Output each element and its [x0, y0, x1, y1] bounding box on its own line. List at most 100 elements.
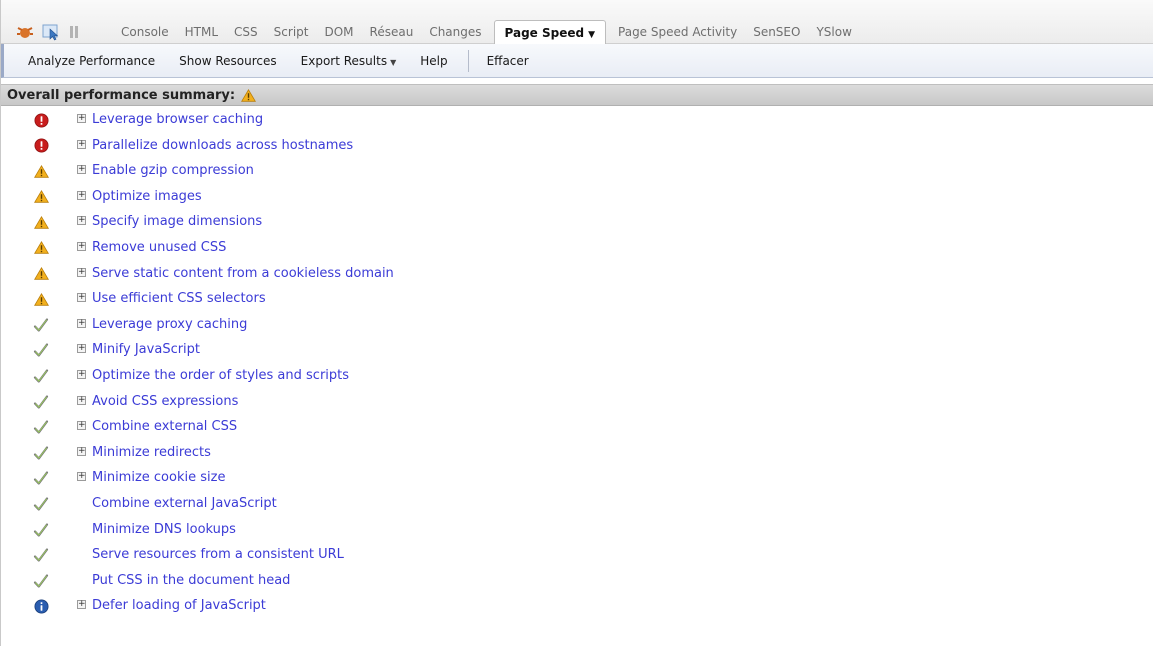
- rule-row[interactable]: + Combine external CSS: [1, 415, 1153, 441]
- rule-row[interactable]: + Defer loading of JavaScript: [1, 594, 1153, 620]
- tab-changes[interactable]: Changes: [421, 20, 489, 41]
- rule-row[interactable]: + Optimize the order of styles and script…: [1, 364, 1153, 390]
- rule-label[interactable]: Put CSS in the document head: [92, 573, 290, 588]
- rule-label[interactable]: Avoid CSS expressions: [92, 394, 238, 409]
- rule-label[interactable]: Specify image dimensions: [92, 214, 262, 229]
- expand-plus-icon[interactable]: +: [77, 421, 86, 431]
- rule-label[interactable]: Remove unused CSS: [92, 240, 226, 255]
- check-icon: [33, 342, 49, 358]
- rule-row[interactable]: + Leverage proxy caching: [1, 313, 1153, 339]
- rule-row[interactable]: + Minify JavaScript: [1, 338, 1153, 364]
- rule-label[interactable]: Optimize images: [92, 189, 202, 204]
- check-icon: [33, 496, 49, 512]
- check-icon: [33, 522, 49, 538]
- expand-plus-icon[interactable]: +: [77, 165, 86, 175]
- toolbar-divider: [467, 49, 469, 72]
- tab-yslow[interactable]: YSlow: [808, 20, 859, 41]
- panel-tabs: Console HTML CSS Script DOM Réseau Chang…: [113, 20, 860, 45]
- warning-icon: [33, 266, 49, 282]
- page-speed-toolbar: Analyze Performance Show Resources Expor…: [1, 44, 1153, 78]
- rule-label[interactable]: Minimize redirects: [92, 445, 211, 460]
- warning-icon: [33, 240, 49, 256]
- expand-plus-icon[interactable]: +: [77, 216, 86, 226]
- expand-plus-icon[interactable]: +: [77, 369, 86, 379]
- rule-row[interactable]: + Use efficient CSS selectors: [1, 287, 1153, 313]
- warning-icon: [33, 291, 49, 307]
- check-icon: [33, 445, 49, 461]
- tab-page-speed-activity[interactable]: Page Speed Activity: [610, 20, 745, 41]
- warning-icon: [33, 189, 49, 205]
- warning-icon: [241, 88, 257, 102]
- tab-html[interactable]: HTML: [177, 20, 226, 41]
- rule-label[interactable]: Leverage proxy caching: [92, 317, 247, 332]
- check-icon: [33, 547, 49, 563]
- rule-row[interactable]: + Leverage browser caching: [1, 108, 1153, 134]
- expand-plus-icon[interactable]: +: [77, 241, 86, 251]
- tab-senseo[interactable]: SenSEO: [745, 20, 808, 41]
- expand-plus-icon[interactable]: +: [77, 472, 86, 482]
- check-icon: [33, 394, 49, 410]
- firebug-panel: Console HTML CSS Script DOM Réseau Chang…: [0, 0, 1153, 646]
- inspect-element-icon[interactable]: [41, 20, 63, 44]
- chevron-down-icon[interactable]: ▼: [588, 30, 595, 40]
- rule-label[interactable]: Leverage browser caching: [92, 112, 263, 127]
- expand-plus-icon[interactable]: +: [77, 600, 86, 610]
- rule-label[interactable]: Serve static content from a cookieless d…: [92, 266, 394, 281]
- error-icon: [33, 138, 49, 154]
- rule-label[interactable]: Enable gzip compression: [92, 163, 254, 178]
- pause-icon[interactable]: [69, 20, 79, 44]
- tab-network[interactable]: Réseau: [362, 20, 422, 41]
- rule-label[interactable]: Defer loading of JavaScript: [92, 598, 266, 613]
- check-icon: [33, 368, 49, 384]
- expand-plus-icon[interactable]: +: [77, 318, 86, 328]
- rule-row[interactable]: + Optimize images: [1, 185, 1153, 211]
- rule-label[interactable]: Parallelize downloads across hostnames: [92, 138, 353, 153]
- rule-row[interactable]: + Avoid CSS expressions: [1, 390, 1153, 416]
- expand-plus-icon[interactable]: +: [77, 293, 86, 303]
- rule-label[interactable]: Use efficient CSS selectors: [92, 291, 266, 306]
- expand-plus-icon[interactable]: +: [77, 190, 86, 200]
- rule-row[interactable]: Minimize DNS lookups: [1, 518, 1153, 544]
- error-icon: [33, 112, 49, 128]
- tab-dom[interactable]: DOM: [316, 20, 361, 41]
- summary-label: Overall performance summary:: [7, 87, 236, 103]
- rule-row[interactable]: Put CSS in the document head: [1, 569, 1153, 595]
- info-icon: [33, 598, 49, 614]
- analyze-performance-button[interactable]: Analyze Performance: [28, 54, 155, 68]
- help-button[interactable]: Help: [420, 54, 447, 68]
- rule-row[interactable]: + Specify image dimensions: [1, 210, 1153, 236]
- rule-row[interactable]: + Minimize cookie size: [1, 466, 1153, 492]
- expand-plus-icon[interactable]: +: [77, 344, 86, 354]
- tab-page-speed[interactable]: Page Speed ▼: [493, 20, 607, 45]
- rule-label[interactable]: Combine external CSS: [92, 419, 237, 434]
- rule-row[interactable]: Combine external JavaScript: [1, 492, 1153, 518]
- rule-row[interactable]: + Enable gzip compression: [1, 159, 1153, 185]
- tab-css[interactable]: CSS: [226, 20, 266, 41]
- rule-label[interactable]: Minimize cookie size: [92, 470, 225, 485]
- rule-label[interactable]: Combine external JavaScript: [92, 496, 277, 511]
- tab-console[interactable]: Console: [113, 20, 177, 41]
- rule-row[interactable]: + Parallelize downloads across hostnames: [1, 134, 1153, 160]
- rule-row[interactable]: Serve resources from a consistent URL: [1, 543, 1153, 569]
- rule-row[interactable]: + Minimize redirects: [1, 441, 1153, 467]
- chevron-down-icon: ▼: [390, 57, 397, 67]
- export-results-button[interactable]: Export Results ▼: [301, 54, 397, 68]
- expand-plus-icon[interactable]: +: [77, 267, 86, 277]
- expand-plus-icon[interactable]: +: [77, 446, 86, 456]
- show-resources-button[interactable]: Show Resources: [179, 54, 276, 68]
- rule-label[interactable]: Minify JavaScript: [92, 342, 200, 357]
- rule-row[interactable]: + Serve static content from a cookieless …: [1, 262, 1153, 288]
- rule-label[interactable]: Minimize DNS lookups: [92, 522, 236, 537]
- rule-label[interactable]: Serve resources from a consistent URL: [92, 547, 344, 562]
- tab-script[interactable]: Script: [266, 20, 317, 41]
- check-icon: [33, 573, 49, 589]
- check-icon: [33, 317, 49, 333]
- rule-label[interactable]: Optimize the order of styles and scripts: [92, 368, 349, 383]
- clear-button[interactable]: Effacer: [487, 54, 529, 68]
- expand-plus-icon[interactable]: +: [77, 139, 86, 149]
- rule-row[interactable]: + Remove unused CSS: [1, 236, 1153, 262]
- warning-icon: [33, 214, 49, 230]
- expand-plus-icon[interactable]: +: [77, 114, 86, 123]
- firebug-bug-icon[interactable]: [15, 20, 35, 44]
- expand-plus-icon[interactable]: +: [77, 395, 86, 405]
